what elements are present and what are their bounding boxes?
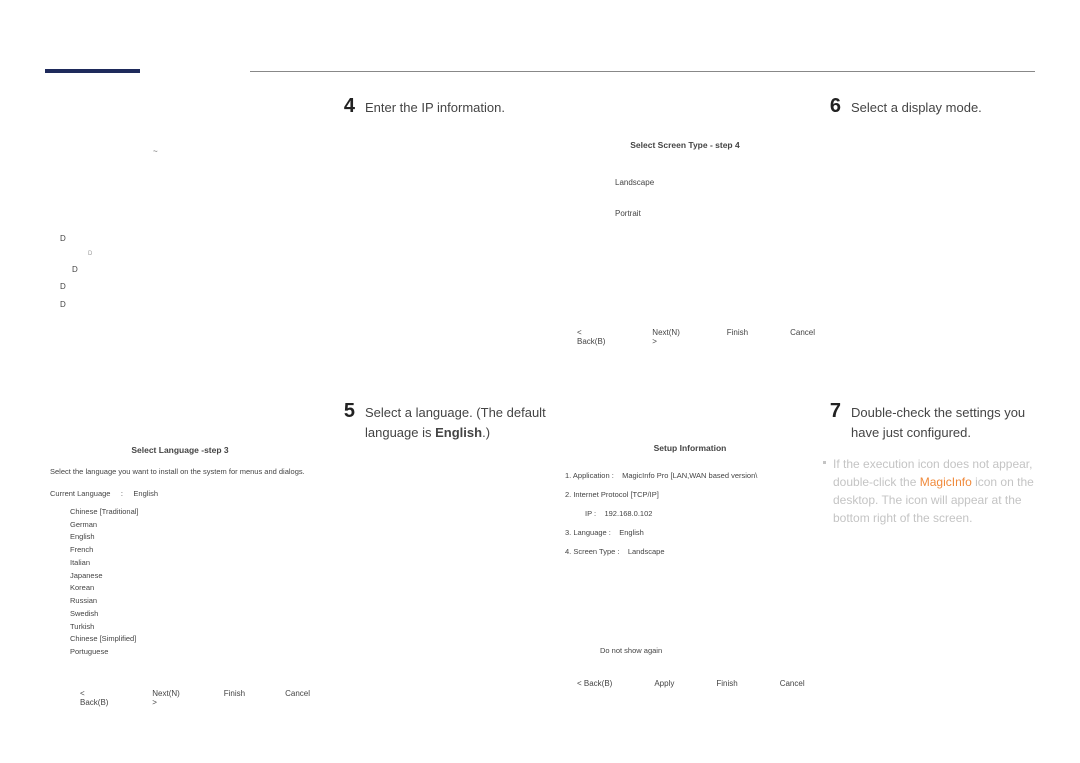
step-5-text-c: .) — [482, 425, 490, 440]
do-not-show-checkbox-label[interactable]: Do not show again — [600, 646, 825, 655]
info-ip-value: 192.168.0.102 — [604, 509, 652, 518]
screen-opt-portrait[interactable]: Portrait — [615, 209, 815, 218]
accent-bar — [45, 69, 140, 73]
list-item[interactable]: Turkish — [70, 621, 310, 634]
list-item[interactable]: Chinese [Traditional] — [70, 506, 310, 519]
back-button[interactable]: < Back(B) — [577, 679, 612, 688]
finish-button[interactable]: Finish — [727, 328, 748, 346]
language-current: Current Language : English — [50, 489, 310, 498]
info-app-value: MagicInfo Pro [LAN,WAN based version\ — [622, 471, 757, 480]
left-d-4: D — [60, 296, 92, 314]
left-d-small: D — [88, 248, 92, 261]
list-item[interactable]: Chinese [Simplified] — [70, 633, 310, 646]
language-panel: Select Language -step 3 Select the langu… — [50, 445, 310, 707]
info-row-ip: IP : 192.168.0.102 — [585, 509, 825, 518]
language-current-sep: : — [121, 489, 123, 498]
setup-info-panel: Setup Information 1. Application : Magic… — [555, 443, 825, 688]
list-item[interactable]: Swedish — [70, 608, 310, 621]
step-6-text: Select a display mode. — [851, 98, 1041, 118]
language-current-value: English — [133, 489, 158, 498]
info-ip-label: IP : — [585, 509, 596, 518]
execution-icon-note: If the execution icon does not appear, d… — [833, 455, 1053, 527]
info-lang-value: English — [619, 528, 644, 537]
tilde-mark: ~ — [153, 147, 158, 156]
step-5-number: 5 — [335, 400, 355, 423]
cancel-button[interactable]: Cancel — [790, 328, 815, 346]
info-buttons: < Back(B) Apply Finish Cancel — [577, 679, 825, 688]
back-button[interactable]: < Back(B) — [80, 689, 112, 707]
info-lang-label: 3. Language : — [565, 528, 611, 537]
info-screen-value: Landscape — [628, 547, 665, 556]
top-rule — [250, 71, 1035, 72]
list-item[interactable]: Portuguese — [70, 646, 310, 659]
list-item[interactable]: Korean — [70, 582, 310, 595]
screen-type-title: Select Screen Type - step 4 — [555, 140, 815, 150]
note-magicinfo: MagicInfo — [920, 475, 972, 489]
cancel-button[interactable]: Cancel — [285, 689, 310, 707]
step-7-number: 7 — [821, 400, 841, 423]
finish-button[interactable]: Finish — [224, 689, 245, 707]
screen-buttons: < Back(B) Next(N) > Finish Cancel — [577, 328, 815, 346]
cancel-button[interactable]: Cancel — [780, 679, 805, 688]
back-button[interactable]: < Back(B) — [577, 328, 610, 346]
left-d-1: D — [60, 230, 92, 248]
apply-button[interactable]: Apply — [654, 679, 674, 688]
list-item[interactable]: Russian — [70, 595, 310, 608]
left-artifact-list: D D D D D — [60, 230, 92, 314]
step-4-number: 4 — [335, 95, 355, 118]
list-item[interactable]: German — [70, 519, 310, 532]
step-4-text: Enter the IP information. — [365, 98, 555, 118]
language-panel-desc: Select the language you want to install … — [50, 467, 310, 477]
list-item[interactable]: French — [70, 544, 310, 557]
left-d-3: D — [60, 278, 92, 296]
list-item[interactable]: Italian — [70, 557, 310, 570]
language-panel-title: Select Language -step 3 — [50, 445, 310, 455]
step-7-text: Double-check the settings you have just … — [851, 403, 1041, 442]
next-button[interactable]: Next(N) > — [152, 689, 183, 707]
bullet-icon — [823, 461, 826, 464]
setup-info-title: Setup Information — [555, 443, 825, 453]
info-app-label: 1. Application : — [565, 471, 614, 480]
step-5-text-bold: English — [435, 425, 482, 440]
next-button[interactable]: Next(N) > — [652, 328, 684, 346]
language-list[interactable]: Chinese [Traditional] German English Fre… — [70, 506, 310, 659]
step-5-text: Select a language. (The default language… — [365, 403, 555, 442]
page-content: 4 Enter the IP information. 6 Select a d… — [45, 85, 1035, 763]
language-current-label: Current Language — [50, 489, 110, 498]
list-item[interactable]: English — [70, 531, 310, 544]
info-row-language: 3. Language : English — [565, 528, 825, 537]
info-row-application: 1. Application : MagicInfo Pro [LAN,WAN … — [565, 471, 825, 480]
info-row-protocol: 2. Internet Protocol [TCP/IP] — [565, 490, 825, 499]
finish-button[interactable]: Finish — [716, 679, 737, 688]
step-6-number: 6 — [821, 95, 841, 118]
info-screen-label: 4. Screen Type : — [565, 547, 619, 556]
screen-opt-landscape[interactable]: Landscape — [615, 178, 815, 187]
list-item[interactable]: Japanese — [70, 570, 310, 583]
left-d-2: D — [72, 261, 92, 279]
screen-type-panel: Select Screen Type - step 4 Landscape Po… — [555, 140, 815, 346]
language-buttons: < Back(B) Next(N) > Finish Cancel — [80, 689, 310, 707]
info-row-screentype: 4. Screen Type : Landscape — [565, 547, 825, 556]
